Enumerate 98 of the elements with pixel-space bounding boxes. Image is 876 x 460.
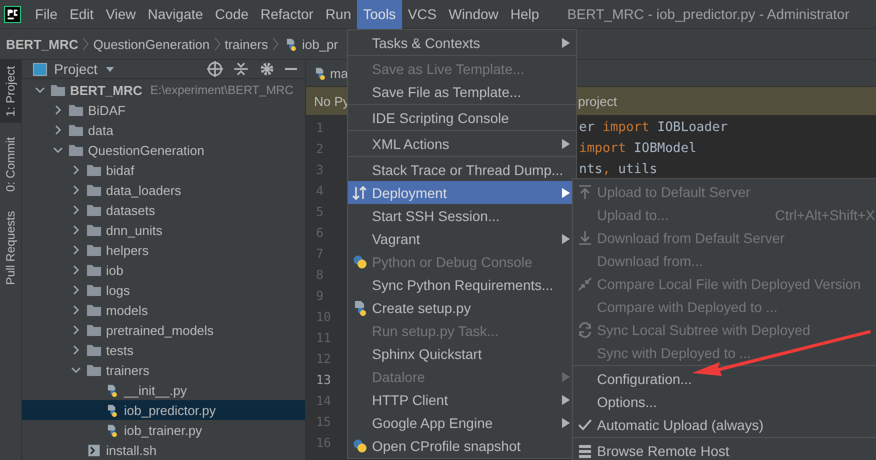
tree-item[interactable]: tests xyxy=(106,342,134,358)
tree-item[interactable]: BERT_MRC xyxy=(70,82,142,98)
menu-item[interactable]: Create setup.py xyxy=(348,296,576,319)
breadcrumb-item[interactable]: BERT_MRC xyxy=(6,36,78,52)
menu-item[interactable]: Automatic Upload (always) xyxy=(573,413,876,436)
menu-item[interactable]: HTTP Client xyxy=(348,388,576,411)
folder-icon xyxy=(68,104,84,116)
menu-item[interactable]: Code xyxy=(209,0,255,28)
menu-item[interactable]: Sphinx Quickstart xyxy=(348,342,576,365)
python-icon xyxy=(352,254,368,270)
breadcrumb-item[interactable]: trainers xyxy=(224,36,268,52)
menu-item[interactable]: Tools xyxy=(357,0,402,28)
tree-item[interactable]: __init__.py xyxy=(124,382,187,398)
pycharm-logo xyxy=(4,6,21,22)
menu-item[interactable]: Run xyxy=(319,0,358,28)
chevron-icon xyxy=(214,37,221,51)
folder-icon xyxy=(86,344,102,356)
code-line: er import IOBLoader xyxy=(579,119,728,137)
folder-icon xyxy=(86,224,102,236)
menu-item[interactable]: XML Actions xyxy=(348,132,576,155)
compare-icon xyxy=(577,276,593,292)
menu-item[interactable]: Help xyxy=(504,0,546,28)
tree-item[interactable]: logs xyxy=(106,282,130,298)
panel-title[interactable]: Project xyxy=(54,61,98,77)
folder-icon xyxy=(86,264,102,276)
server-list-icon xyxy=(577,442,593,458)
tree-item[interactable]: data xyxy=(88,122,114,138)
tree-item[interactable]: dnn_units xyxy=(106,222,162,238)
download-icon xyxy=(577,230,593,246)
menu-item[interactable]: Navigate xyxy=(142,0,210,28)
menu-item[interactable]: Vagrant xyxy=(348,227,576,250)
folder-icon xyxy=(86,164,102,176)
banner-text: project xyxy=(578,94,618,108)
menu-item[interactable]: View xyxy=(100,0,142,28)
folder-icon xyxy=(68,124,84,136)
tree-item[interactable]: pretrained_models xyxy=(106,322,214,338)
menu-item[interactable]: Configuration... xyxy=(573,367,876,390)
chevron-icon xyxy=(82,37,90,51)
menu-item[interactable]: Options... xyxy=(573,390,876,413)
breadcrumb-item[interactable]: QuestionGeneration xyxy=(93,36,210,52)
menu-item[interactable]: Start SSH Session... xyxy=(348,204,576,227)
up-down-arrows-icon xyxy=(352,184,368,200)
code-line: import IOBModel xyxy=(579,140,698,158)
menu-item[interactable]: Tasks & Contexts xyxy=(348,31,576,54)
tree-item[interactable]: install.sh xyxy=(106,442,157,458)
menu-item[interactable]: Refactor xyxy=(254,0,320,28)
chevron-icon xyxy=(272,37,279,51)
menu-item[interactable]: Sync Python Requirements... xyxy=(348,273,576,296)
menu-item[interactable]: IDE Scripting Console xyxy=(348,106,576,129)
project-path: E:\experiment\BERT_MRC xyxy=(150,83,294,97)
tool-window-tab[interactable]: 1: Project xyxy=(0,60,21,123)
tool-window-tab[interactable]: 0: Commit xyxy=(0,130,21,198)
python-file-icon xyxy=(352,300,368,316)
folder-icon xyxy=(50,84,66,96)
tool-window-tab[interactable]: Pull Requests xyxy=(0,205,21,292)
menu-item[interactable]: Save File as Template... xyxy=(348,80,576,103)
folder-icon xyxy=(68,144,84,156)
tree-item[interactable]: helpers xyxy=(106,242,149,258)
tree-item[interactable]: datasets xyxy=(106,202,156,218)
menu-item[interactable]: VCS xyxy=(402,0,443,28)
collapse-icon xyxy=(233,61,249,77)
code-line: nts, utils xyxy=(579,161,658,179)
folder-icon xyxy=(86,244,102,256)
menu-item[interactable]: Google App Engine xyxy=(348,411,576,434)
tree-item[interactable]: bidaf xyxy=(106,162,134,178)
sync-icon xyxy=(577,322,593,338)
folder-icon xyxy=(86,324,102,336)
minimize-icon xyxy=(285,68,297,70)
menu-item[interactable]: Open CProfile snapshot xyxy=(348,434,576,457)
folder-icon xyxy=(86,204,102,216)
menu-item[interactable]: Window xyxy=(442,0,504,28)
menu-item[interactable]: Browse Remote Host xyxy=(573,439,876,460)
python-icon xyxy=(352,438,368,454)
editor-tab[interactable]: ma xyxy=(330,66,348,80)
tree-item[interactable]: BiDAF xyxy=(88,102,126,118)
locate-icon xyxy=(207,61,223,77)
tree-item[interactable]: iob xyxy=(106,262,124,278)
menu-item[interactable]: Edit xyxy=(64,0,100,28)
folder-icon xyxy=(86,184,102,196)
menu-item[interactable]: Stack Trace or Thread Dump... xyxy=(348,158,576,181)
tree-item[interactable]: trainers xyxy=(106,362,150,378)
folder-icon xyxy=(86,304,102,316)
script-file-icon xyxy=(86,444,102,456)
menu-item[interactable]: File xyxy=(29,0,64,28)
tree-item[interactable]: iob_trainer.py xyxy=(124,422,202,438)
folder-icon xyxy=(86,284,102,296)
tree-item[interactable]: data_loaders xyxy=(106,182,182,198)
panel-icon xyxy=(32,62,48,76)
breadcrumb-item[interactable]: iob_pr xyxy=(302,36,338,52)
line-number: 13 xyxy=(315,371,332,389)
tree-item[interactable]: QuestionGeneration xyxy=(88,142,204,158)
settings-icon xyxy=(259,61,275,77)
window-title: BERT_MRC - iob_predictor.py - Administrator xyxy=(567,6,850,22)
upload-icon xyxy=(577,184,593,200)
folder-icon xyxy=(86,364,102,376)
selected-row[interactable]: iob_predictor.py xyxy=(22,400,305,420)
tree-item[interactable]: iob_predictor.py xyxy=(124,402,216,418)
tree-item[interactable]: models xyxy=(106,302,148,318)
